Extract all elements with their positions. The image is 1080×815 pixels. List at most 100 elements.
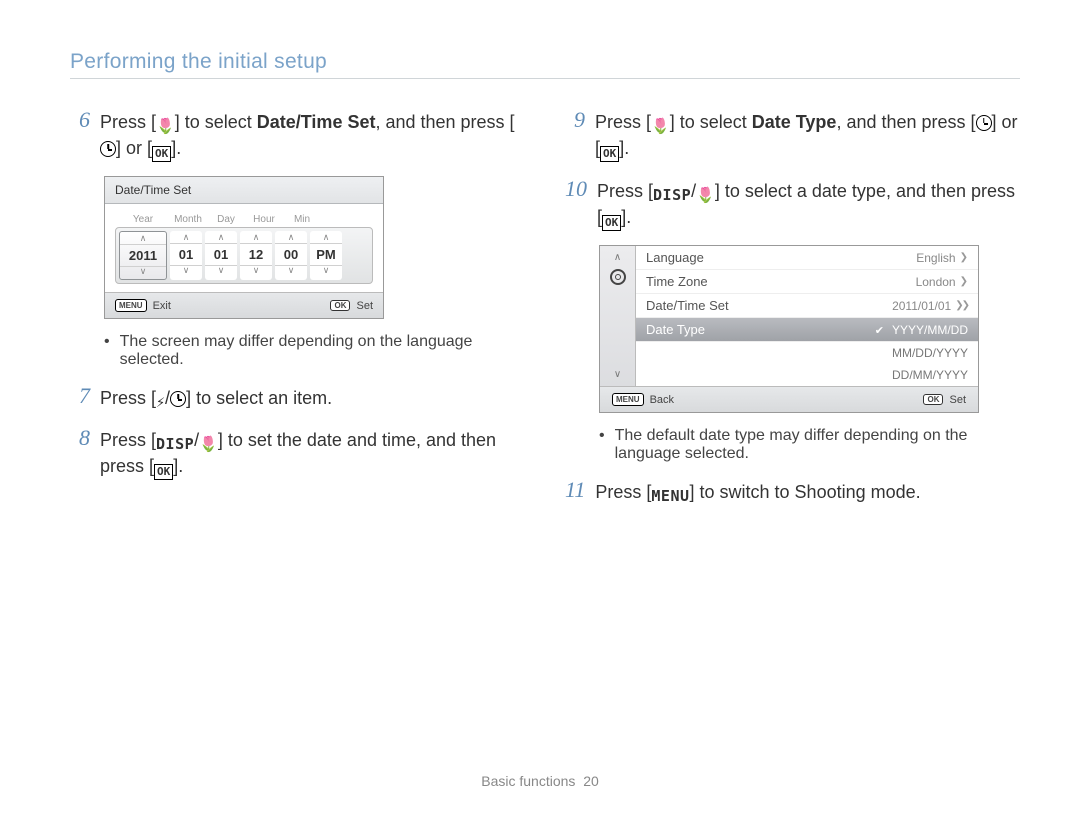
- note-screen-language: The screen may differ depending on the l…: [104, 333, 525, 369]
- text: Press [: [100, 112, 156, 132]
- menu-row-language[interactable]: Language English❯: [636, 246, 978, 270]
- label: Set: [949, 394, 966, 406]
- menu-icon: MENU: [651, 489, 689, 505]
- row-value: London: [916, 275, 956, 289]
- left-column: 6 Press [] to select Date/Time Set, and …: [70, 107, 525, 519]
- step-number: 8: [70, 425, 100, 451]
- chevron-up-icon: ∧: [614, 252, 621, 263]
- chevron-right-icon: ❯: [960, 276, 968, 287]
- wheel-year[interactable]: ∧2011∨: [119, 231, 167, 280]
- step-body: Press [ ] to select Date Type, and then p…: [595, 107, 1020, 162]
- row-label: Date/Time Set: [646, 298, 729, 313]
- ok-icon: OK: [154, 464, 173, 480]
- label-hour: Hour: [247, 214, 281, 225]
- timer-icon: [100, 141, 116, 157]
- set-action[interactable]: OK Set: [330, 299, 373, 312]
- row-label: Date Type: [646, 322, 705, 337]
- ok-icon: OK: [600, 146, 619, 162]
- row-value: YYYY/MM/DD: [892, 323, 968, 337]
- footer-section: Basic functions: [481, 773, 575, 789]
- wheel-min[interactable]: ∧00∨: [275, 231, 307, 280]
- set-action[interactable]: OKSet: [923, 393, 966, 406]
- text: ] to switch to Shooting mode.: [690, 482, 921, 502]
- chevron-double-right-icon: ❯❯: [955, 300, 968, 311]
- option-label: MM/DD/YYYY: [892, 346, 968, 360]
- check-icon: [875, 323, 888, 337]
- step-8: 8 Press [DISP/] to set the date and time…: [70, 425, 525, 480]
- label-min: Min: [285, 214, 319, 225]
- step-7: 7 Press [/] to select an item.: [70, 383, 525, 411]
- menu-option[interactable]: DD/MM/YYYY: [636, 364, 978, 386]
- text: ].: [171, 138, 181, 158]
- ok-icon: OK: [152, 146, 171, 162]
- text: ] to select: [670, 112, 752, 132]
- row-label: Language: [646, 250, 704, 265]
- ok-icon: OK: [602, 215, 621, 231]
- text: ].: [619, 138, 629, 158]
- text: , and then press [: [836, 112, 975, 132]
- macro-icon: [696, 188, 715, 204]
- wheel-hour[interactable]: ∧12∨: [240, 231, 272, 280]
- wheel-day[interactable]: ∧01∨: [205, 231, 237, 280]
- menu-row-datetime[interactable]: Date/Time Set 2011/01/01 ❯❯: [636, 294, 978, 318]
- label-year: Year: [119, 214, 167, 225]
- step-body: Press [/] to select an item.: [100, 383, 525, 411]
- step-6: 6 Press [] to select Date/Time Set, and …: [70, 107, 525, 162]
- step-number: 6: [70, 107, 100, 133]
- menu-row-timezone[interactable]: Time Zone London ❯: [636, 270, 978, 294]
- bold-label: Date Type: [752, 112, 837, 132]
- text: Press [: [100, 430, 156, 450]
- note-default-date-type: The default date type may differ dependi…: [599, 427, 1020, 463]
- value: 12: [240, 243, 272, 266]
- page-header: Performing the initial setup: [70, 50, 1020, 79]
- text: Press [: [597, 181, 653, 201]
- wheel-labels: Year Month Day Hour Min: [115, 214, 373, 227]
- exit-action[interactable]: MENU Exit: [115, 299, 171, 312]
- screen-footer: MENU Back OKSet: [600, 386, 978, 412]
- step-body: Press [DISP/] to set the date and time, …: [100, 425, 525, 480]
- option-label: DD/MM/YYYY: [892, 368, 968, 382]
- menu-option[interactable]: MM/DD/YYYY: [636, 342, 978, 364]
- step-number: 9: [565, 107, 595, 133]
- text: ] to select an item.: [186, 388, 332, 408]
- chevron-right-icon: ❯: [960, 252, 968, 263]
- step-number: 11: [565, 477, 595, 503]
- wheel-ampm[interactable]: ∧PM∨: [310, 231, 342, 280]
- label: Back: [650, 394, 674, 406]
- value: 00: [275, 243, 307, 266]
- macro-icon: [651, 119, 670, 135]
- timer-icon: [170, 391, 186, 407]
- wheel-row: ∧2011∨ ∧01∨ ∧01∨ ∧12∨ ∧00∨ ∧PM∨: [115, 227, 373, 284]
- label: Exit: [153, 300, 171, 312]
- step-body: Press [DISP/] to select a date type, and…: [597, 176, 1020, 231]
- text: Press [: [595, 112, 651, 132]
- bold-label: Date/Time Set: [257, 112, 376, 132]
- flash-icon: [156, 395, 165, 411]
- wheel-month[interactable]: ∧01∨: [170, 231, 202, 280]
- note-text: The default date type may differ dependi…: [615, 427, 1020, 463]
- value: 01: [205, 243, 237, 266]
- label-day: Day: [209, 214, 243, 225]
- text: Press [: [595, 482, 651, 502]
- row-label: Time Zone: [646, 274, 708, 289]
- note-text: The screen may differ depending on the l…: [120, 333, 525, 369]
- text: ].: [173, 456, 183, 476]
- value: PM: [310, 243, 342, 266]
- menu-icon: MENU: [115, 299, 147, 312]
- timer-icon: [976, 115, 992, 131]
- date-type-screen: ∧ ∨ Language English❯ Time Zone London ❯: [599, 245, 979, 413]
- step-body: Press [] to select Date/Time Set, and th…: [100, 107, 525, 162]
- value: 2011: [120, 244, 166, 267]
- macro-icon: [199, 437, 218, 453]
- row-value: 2011/01/01: [892, 299, 951, 313]
- screen-title: Date/Time Set: [105, 177, 383, 204]
- back-action[interactable]: MENU Back: [612, 393, 674, 406]
- menu-icon: MENU: [612, 393, 644, 406]
- menu-row-datetype[interactable]: Date Type YYYY/MM/DD: [636, 318, 978, 342]
- screen-footer: MENU Exit OK Set: [105, 292, 383, 318]
- label-month: Month: [171, 214, 205, 225]
- chevron-down-icon: ∨: [614, 369, 621, 380]
- ok-icon: OK: [330, 300, 350, 311]
- label: Set: [356, 300, 373, 312]
- step-9: 9 Press [ ] to select Date Type, and then…: [565, 107, 1020, 162]
